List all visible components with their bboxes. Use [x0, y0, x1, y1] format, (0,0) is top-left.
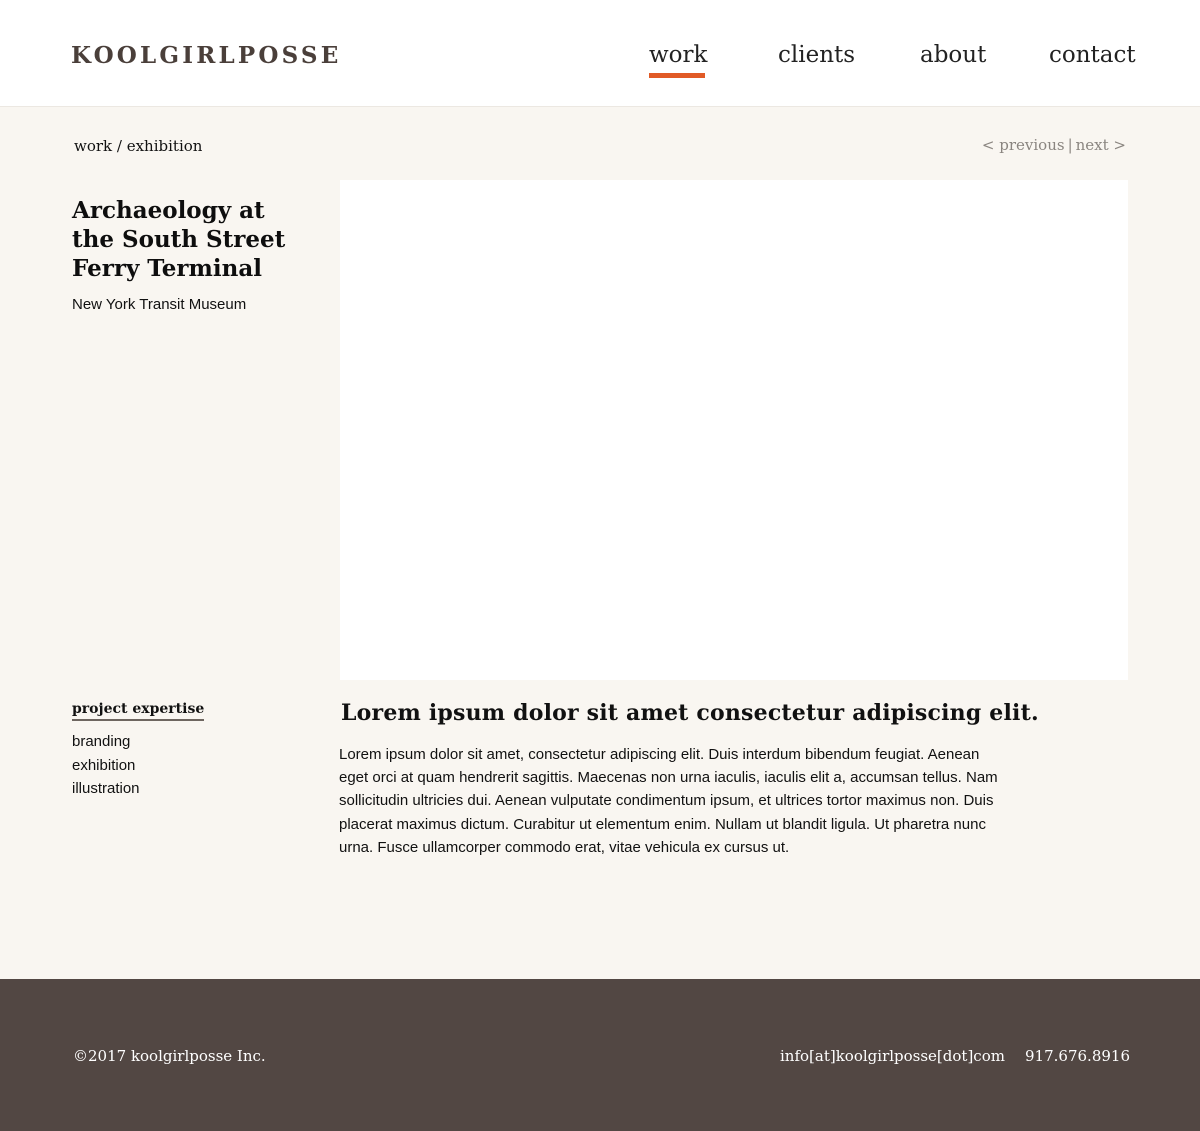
content-heading: Lorem ipsum dolor sit amet consectetur a…: [341, 700, 1039, 726]
site-footer: ©2017 koolgirlposse Inc. info[at]koolgir…: [0, 979, 1200, 1131]
project-hero-image: [340, 180, 1128, 680]
project-pager: < previous | next >: [982, 136, 1126, 154]
previous-link[interactable]: < previous: [982, 136, 1065, 154]
copyright: ©2017 koolgirlposse Inc.: [73, 1047, 266, 1065]
nav-work[interactable]: work: [649, 42, 707, 68]
content-body: Lorem ipsum dolor sit amet, consectetur …: [339, 746, 998, 856]
expertise-item: exhibition: [72, 756, 136, 774]
nav-active-indicator: [649, 73, 705, 78]
next-link[interactable]: next >: [1076, 136, 1126, 154]
pager-separator: |: [1067, 136, 1073, 154]
footer-phone: 917.676.8916: [1025, 1047, 1130, 1065]
nav-contact[interactable]: contact: [1049, 42, 1136, 68]
site-logo[interactable]: KOOLGIRLPOSSE: [71, 42, 341, 69]
nav-about[interactable]: about: [920, 42, 986, 68]
breadcrumb[interactable]: work / exhibition: [74, 137, 202, 155]
expertise-item: branding: [72, 733, 131, 750]
nav-clients[interactable]: clients: [778, 42, 855, 68]
expertise-list: branding exhibition illustration: [72, 730, 140, 801]
site-header: KOOLGIRLPOSSE work clients about contact: [0, 0, 1200, 107]
project-title: Archaeology at the South Street Ferry Te…: [72, 197, 286, 282]
client-name: New York Transit Museum: [72, 296, 247, 313]
expertise-item: illustration: [72, 780, 140, 797]
footer-email-link[interactable]: info[at]koolgirlposse[dot]com: [780, 1047, 1005, 1065]
expertise-title: project expertise: [72, 701, 205, 721]
